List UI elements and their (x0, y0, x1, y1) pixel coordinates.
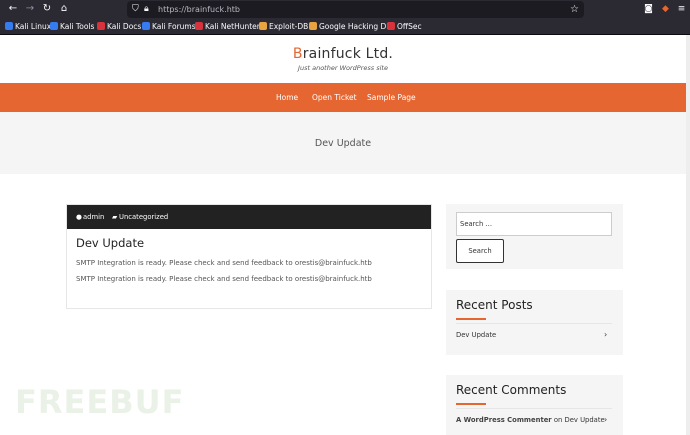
post-author[interactable]: admin (83, 205, 104, 229)
url-bar[interactable]: ⛉ 🔒︎ https://brainfuck.htb ☆ (127, 1, 584, 18)
post-paragraph: SMTP Integration is ready. Please check … (76, 275, 372, 283)
author-icon: ● (76, 213, 82, 221)
recent-post-link[interactable]: Dev Update (456, 331, 496, 339)
bookmark-item[interactable]: OffSec (387, 19, 422, 35)
nav-item-home[interactable]: Home (276, 83, 298, 112)
post-category[interactable]: Uncategorized (119, 205, 168, 229)
firefox-account-icon[interactable]: ◆ (659, 2, 672, 16)
nav-item-sample-page[interactable]: Sample Page (367, 83, 416, 112)
post-paragraph: SMTP Integration is ready. Please check … (76, 259, 372, 267)
url-text[interactable]: https://brainfuck.htb (158, 1, 240, 18)
nethunter-icon (195, 22, 203, 30)
lock-icon[interactable]: 🔒︎ (144, 2, 149, 17)
bookmark-item[interactable]: Kali Linux (5, 19, 51, 35)
bookmark-item[interactable]: Google Hacking DB (309, 19, 391, 35)
bookmarks-bar: Kali Linux Kali Tools Kali Docs Kali For… (0, 19, 690, 35)
reload-icon[interactable]: ↻ (40, 2, 54, 16)
bookmark-item[interactable]: Kali NetHunter (195, 19, 260, 35)
shield-icon[interactable]: ⛉ (132, 2, 139, 17)
recent-comments-widget: Recent Comments A WordPress Commenter on… (446, 375, 623, 435)
chevron-right-icon: › (604, 330, 608, 339)
search-button[interactable]: Search (456, 239, 504, 263)
divider (456, 323, 612, 324)
freebuf-watermark: FREEBUF (15, 383, 185, 421)
site-header: Brainfuck Ltd. Just another WordPress si… (0, 35, 686, 83)
forward-arrow-icon[interactable]: → (23, 2, 37, 16)
home-icon[interactable]: ⌂ (57, 2, 71, 16)
title-underline (456, 403, 486, 405)
search-widget: Search ... Search (446, 204, 623, 269)
chevron-right-icon: › (604, 415, 608, 424)
folder-icon: ▰ (112, 213, 118, 221)
comment-author-link[interactable]: A WordPress Commenter (456, 416, 552, 424)
offsec-icon (387, 22, 395, 30)
search-input[interactable]: Search ... (456, 212, 612, 236)
bookmark-star-icon[interactable]: ☆ (570, 1, 579, 18)
recent-posts-widget: Recent Posts Dev Update › (446, 290, 623, 355)
page-scrollbar[interactable] (686, 35, 690, 435)
recent-comments-title: Recent Comments (456, 383, 567, 397)
bookmark-item[interactable]: Kali Docs (97, 19, 141, 35)
kali-icon (5, 22, 13, 30)
bookmark-item[interactable]: Kali Tools (50, 19, 94, 35)
nav-item-open-ticket[interactable]: Open Ticket (312, 83, 357, 112)
post-title[interactable]: Dev Update (76, 236, 144, 250)
main-navigation: Home Open Ticket Sample Page (0, 83, 686, 112)
page-title: Dev Update (314, 138, 372, 149)
bookmark-item[interactable]: Exploit-DB (259, 19, 308, 35)
ghdb-icon (309, 22, 317, 30)
recent-posts-title: Recent Posts (456, 298, 533, 312)
post-meta-bar: ● admin ▰ Uncategorized (67, 205, 431, 229)
kali-icon (50, 22, 58, 30)
divider (456, 408, 612, 409)
page-hero: Dev Update (0, 112, 686, 174)
web-page: Brainfuck Ltd. Just another WordPress si… (0, 35, 686, 435)
comment-on-text: on (553, 416, 563, 424)
exploit-db-icon (259, 22, 267, 30)
kali-docs-icon (97, 22, 105, 30)
site-tagline: Just another WordPress site (298, 64, 388, 72)
title-underline (456, 318, 486, 320)
post-card: ● admin ▰ Uncategorized Dev Update SMTP … (66, 204, 432, 309)
back-arrow-icon[interactable]: ← (6, 2, 20, 16)
menu-icon[interactable]: ≡ (675, 2, 688, 16)
site-title[interactable]: Brainfuck Ltd. (0, 46, 686, 62)
recent-comment: A WordPress Commenter on Dev Update (456, 416, 605, 424)
kali-forums-icon (142, 22, 150, 30)
comment-post-link[interactable]: Dev Update (564, 416, 604, 424)
pocket-icon[interactable]: ◙ (642, 2, 655, 16)
bookmark-item[interactable]: Kali Forums (142, 19, 196, 35)
browser-toolbar: ← → ↻ ⌂ ⛉ 🔒︎ https://brainfuck.htb ☆ ◙ ◆… (0, 0, 690, 19)
